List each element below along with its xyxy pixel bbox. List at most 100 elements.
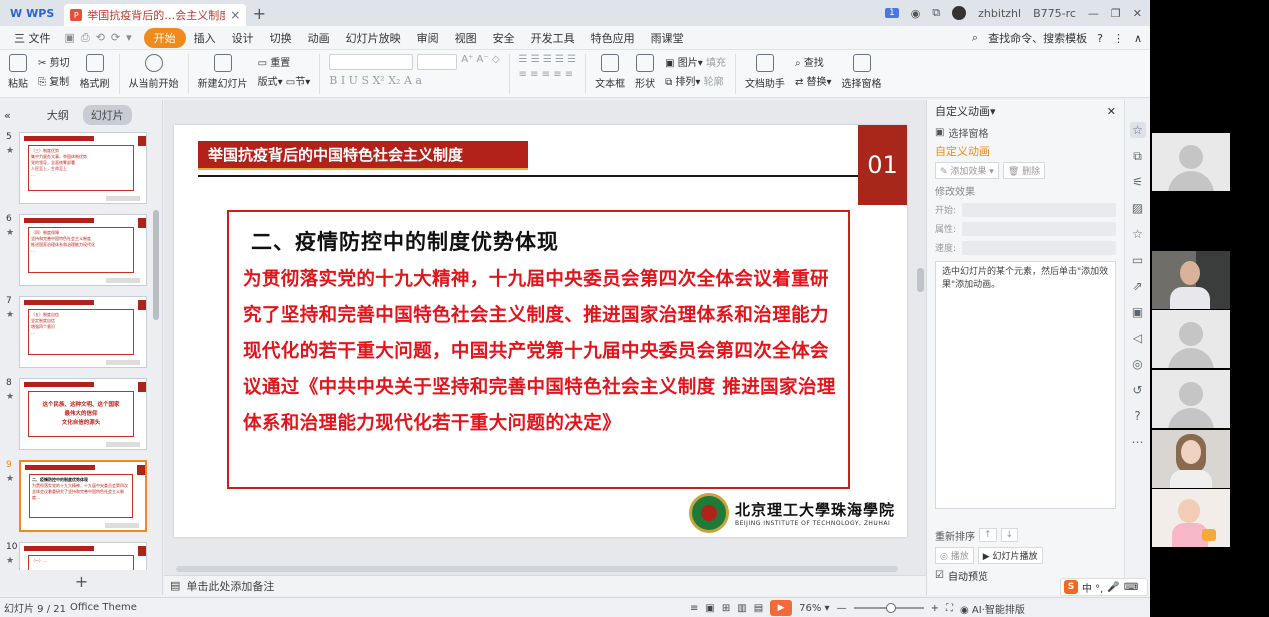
zoom-in-icon[interactable]: + bbox=[931, 603, 939, 614]
replace-button[interactable]: ⇄ 替换▾ bbox=[795, 73, 832, 88]
slide-title-banner[interactable]: 举国抗疫背后的中国特色社会主义制度 bbox=[198, 141, 528, 170]
slideshow-play-button[interactable]: ▶ bbox=[770, 600, 793, 616]
play-from-current-button[interactable]: 从当前开始 bbox=[125, 54, 183, 90]
new-tab-button[interactable]: + bbox=[246, 4, 272, 23]
section-button[interactable]: 节 bbox=[295, 77, 305, 88]
zoom-dropdown[interactable]: 76% ▾ bbox=[799, 603, 829, 614]
share-icon[interactable]: ⧉ bbox=[932, 6, 940, 20]
restore-icon[interactable]: ❐ bbox=[1111, 7, 1121, 20]
history-icon[interactable]: ↺ bbox=[1130, 382, 1146, 398]
zoom-slider[interactable] bbox=[853, 603, 924, 613]
user-avatar[interactable] bbox=[952, 6, 967, 20]
doc-helper-button[interactable]: 文档助手 bbox=[741, 54, 789, 90]
move-up-button[interactable]: ↑ bbox=[979, 528, 997, 542]
normal-view-icon[interactable]: ▣ bbox=[705, 603, 714, 614]
zoom-out-icon[interactable]: — bbox=[837, 603, 847, 614]
section-heading[interactable]: 二、疫情防控中的制度优势体现 bbox=[251, 226, 559, 256]
paste-button[interactable]: 粘贴 bbox=[4, 54, 32, 90]
participant-video-placeholder[interactable] bbox=[1152, 133, 1230, 191]
search-icon[interactable]: ⌕ bbox=[972, 31, 978, 45]
menu-tab-insert[interactable]: 插入 bbox=[186, 30, 224, 46]
animation-list[interactable]: 选中幻灯片的某个元素，然后单击"添加效果"添加动画。 bbox=[935, 261, 1116, 509]
menu-tab-animation[interactable]: 动画 bbox=[300, 30, 338, 46]
menu-tab-slideshow[interactable]: 幻灯片放映 bbox=[338, 30, 409, 46]
menu-tab-home[interactable]: 开始 bbox=[143, 27, 186, 48]
body-text[interactable]: 为贯彻落实党的十九大精神，十九届中央委员会第四次全体会议着重研究了坚持和完善中国… bbox=[243, 262, 838, 442]
speed-field[interactable]: 速度: bbox=[927, 238, 1124, 257]
custom-animation-tab[interactable]: 自定义动画 bbox=[927, 142, 1124, 160]
more-dots-icon[interactable]: ⋯ bbox=[1130, 434, 1146, 450]
participant-video-camera[interactable] bbox=[1152, 251, 1230, 309]
animation-star-tool-icon[interactable]: ☆ bbox=[1129, 122, 1146, 138]
participant-video-placeholder[interactable] bbox=[1152, 310, 1230, 368]
format-painter-button[interactable]: 格式刷 bbox=[76, 54, 114, 90]
picture-button[interactable]: ▣ 图片▾ 填充 bbox=[665, 54, 726, 69]
document-tab[interactable]: P 举国抗疫背后的…会主义制度解读 × bbox=[64, 4, 247, 26]
selection-pane-button[interactable]: 选择窗格 bbox=[838, 54, 886, 90]
reset-button[interactable]: ▭ 重置 bbox=[258, 54, 311, 69]
move-down-button[interactable]: ↓ bbox=[1000, 528, 1019, 542]
horizontal-scrollbar[interactable] bbox=[176, 566, 898, 572]
add-slide-button[interactable]: + bbox=[0, 572, 163, 591]
paragraph-group[interactable]: ☰ ☰ ☰ ☰ ☰ ≡ ≡ ≡ ≡ ≡ bbox=[515, 54, 581, 80]
play-animation-button[interactable]: ◎ 播放 bbox=[935, 546, 974, 564]
copy-tool-icon[interactable]: ⧉ bbox=[1130, 148, 1146, 164]
current-slide[interactable]: 举国抗疫背后的中国特色社会主义制度 01 二、疫情防控中的制度优势体现 为贯彻落… bbox=[174, 125, 907, 537]
list-icons[interactable]: ☰ ☰ ☰ ☰ ☰ bbox=[519, 54, 577, 65]
arrange-button[interactable]: ⧉ 排列▾ 轮廓 bbox=[665, 73, 726, 88]
property-select[interactable] bbox=[962, 221, 1116, 236]
favorite-icon[interactable]: ☆ bbox=[1130, 226, 1146, 242]
tab-slides[interactable]: 幻灯片 bbox=[82, 105, 132, 125]
quick-access-icons[interactable]: ▣⎙⟲⟳▾ bbox=[59, 31, 144, 45]
align-icons[interactable]: ≡ ≡ ≡ ≡ ≡ bbox=[519, 69, 577, 80]
cut-button[interactable]: ✂ 剪切 bbox=[38, 54, 70, 69]
pane-title[interactable]: 自定义动画▾ bbox=[935, 103, 996, 119]
help-icon[interactable]: ? bbox=[1097, 32, 1103, 45]
minimize-icon[interactable]: — bbox=[1088, 7, 1099, 20]
menu-tab-developer[interactable]: 开发工具 bbox=[523, 30, 583, 46]
notes-placeholder[interactable]: 单击此处添加备注 bbox=[186, 578, 274, 594]
textbox-button[interactable]: 文本框 bbox=[591, 54, 629, 90]
layout-icon[interactable]: ▭ bbox=[1130, 252, 1146, 268]
slide-sorter-icon[interactable]: ⊞ bbox=[722, 603, 730, 614]
share-out-icon[interactable]: ⇗ bbox=[1130, 278, 1146, 294]
more-icon[interactable]: ⋮ bbox=[1113, 32, 1124, 45]
book-icon[interactable]: ▤ bbox=[754, 603, 763, 614]
start-select[interactable] bbox=[962, 202, 1116, 217]
slideshow-button[interactable]: ▶ 幻灯片播放 bbox=[977, 546, 1043, 564]
command-search[interactable]: 查找命令、搜索模板 bbox=[988, 30, 1087, 46]
help-circle-icon[interactable]: ? bbox=[1130, 408, 1146, 424]
menu-tab-features[interactable]: 特色应用 bbox=[583, 30, 643, 46]
menu-tab-view[interactable]: 视图 bbox=[447, 30, 485, 46]
font-format-row[interactable]: B I U S X² X₂ A a bbox=[329, 74, 499, 87]
selection-pane-link[interactable]: ▣ 选择窗格 bbox=[927, 122, 1124, 142]
auto-preview-checkbox[interactable]: ☑ bbox=[935, 570, 944, 581]
ai-layout-button[interactable]: ◉ AI·智能排版 bbox=[960, 601, 1025, 616]
image-tool-icon[interactable]: ▨ bbox=[1130, 200, 1146, 216]
outline-button[interactable]: 轮廓 bbox=[704, 77, 724, 88]
delete-effect-button[interactable]: 🗑 删除 bbox=[1002, 161, 1046, 179]
font-size-icons[interactable]: A⁺ A⁻ ◇ bbox=[461, 54, 499, 70]
participant-video-camera[interactable] bbox=[1152, 489, 1230, 547]
mic-icon[interactable]: 🎤 bbox=[1107, 582, 1119, 593]
input-method-bar[interactable]: S 中 °, 🎤 ⌨ bbox=[1060, 578, 1148, 596]
close-pane-icon[interactable]: ✕ bbox=[1107, 105, 1116, 118]
add-effect-button[interactable]: ✎ 添加效果 ▾ bbox=[935, 161, 999, 179]
close-window-icon[interactable]: ✕ bbox=[1133, 7, 1142, 20]
notes-pane[interactable]: ▤ 单击此处添加备注 bbox=[164, 575, 926, 595]
content-box[interactable]: 二、疫情防控中的制度优势体现 为贯彻落实党的十九大精神，十九届中央委员会第四次全… bbox=[227, 210, 850, 489]
menu-tab-review[interactable]: 审阅 bbox=[409, 30, 447, 46]
font-family-select[interactable] bbox=[329, 54, 414, 70]
tab-outline[interactable]: 大纲 bbox=[39, 105, 77, 125]
slide-scrollbar[interactable] bbox=[917, 268, 924, 292]
fit-window-icon[interactable]: ⛶ bbox=[946, 603, 953, 614]
menu-tab-rain-classroom[interactable]: 雨课堂 bbox=[643, 30, 692, 46]
copy-button[interactable]: ⎘ 复制 bbox=[38, 73, 70, 88]
file-menu[interactable]: 三 文件 bbox=[6, 30, 59, 46]
participant-video-placeholder[interactable] bbox=[1152, 370, 1230, 428]
collapse-panel-icon[interactable]: « bbox=[4, 109, 11, 122]
shape-button[interactable]: 形状 bbox=[631, 54, 659, 90]
start-field[interactable]: 开始: bbox=[927, 200, 1124, 219]
notes-toggle-icon[interactable]: ≡ bbox=[690, 603, 698, 614]
menu-tab-transition[interactable]: 切换 bbox=[262, 30, 300, 46]
